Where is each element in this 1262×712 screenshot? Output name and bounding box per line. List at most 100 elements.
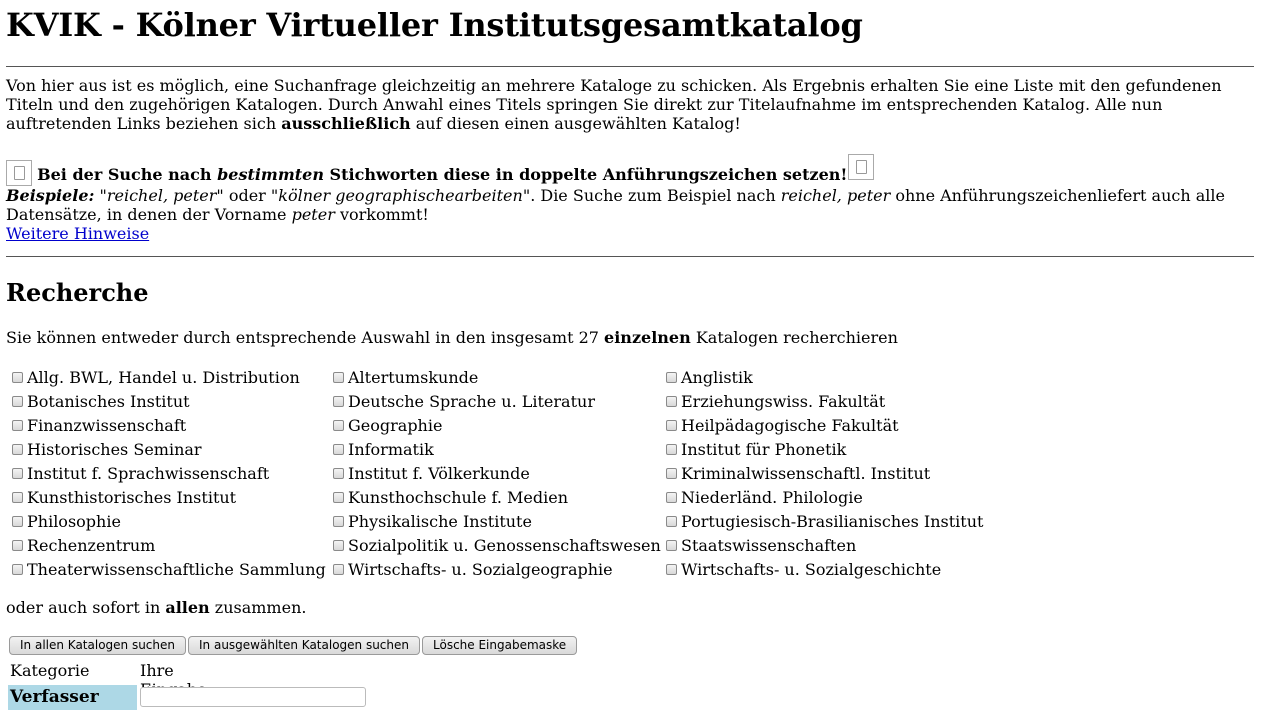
divider xyxy=(6,66,1254,67)
catalog-label: Allg. BWL, Handel u. Distribution xyxy=(27,368,300,387)
catalog-label: Niederländ. Philologie xyxy=(681,488,863,507)
catalog-checkbox[interactable] xyxy=(12,443,23,455)
search-hint: Bei der Suche nach bestimmten Stichworte… xyxy=(6,154,1256,243)
catalog-option[interactable]: Sozialpolitik u. Genossenschaftswesen xyxy=(333,534,661,558)
catalog-option[interactable]: Historisches Seminar xyxy=(12,438,326,462)
examples: Beispiele: "reichel, peter" oder "kölner… xyxy=(6,186,1225,224)
catalog-column: Anglistik Erziehungswiss. Fakultät Heilpäd… xyxy=(666,366,983,582)
broken-image-icon xyxy=(848,154,875,180)
catalog-option[interactable]: Informatik xyxy=(333,438,661,462)
intro-text-part: auf diesen einen ausgewählten Katalog! xyxy=(410,114,741,133)
catalog-label: Kunsthochschule f. Medien xyxy=(348,488,569,507)
catalog-column: Allg. BWL, Handel u. Distribution Botanis… xyxy=(12,366,326,582)
catalog-option[interactable]: Portugiesisch-Brasilianisches Institut xyxy=(666,510,983,534)
catalog-label: Wirtschafts- u. Sozialgeschichte xyxy=(681,560,942,579)
catalog-checkbox[interactable] xyxy=(12,539,23,551)
catalog-checkbox[interactable] xyxy=(12,467,23,479)
catalog-label: Kriminalwissenschaftl. Institut xyxy=(681,464,931,483)
catalog-option[interactable]: Institut f. Völkerkunde xyxy=(333,462,661,486)
divider xyxy=(6,256,1254,257)
button-row: In allen Katalogen suchen In ausgewählte… xyxy=(9,636,578,655)
catalog-label: Erziehungswiss. Fakultät xyxy=(681,392,886,411)
catalog-label: Rechenzentrum xyxy=(27,536,156,555)
catalog-checkbox[interactable] xyxy=(666,539,677,551)
all-catalogs-text: oder auch sofort in allen zusammen. xyxy=(6,598,307,617)
catalog-intro: Sie können entweder durch entsprechende … xyxy=(6,328,898,347)
search-all-button[interactable]: In allen Katalogen suchen xyxy=(9,636,186,655)
catalog-option[interactable]: Altertumskunde xyxy=(333,366,661,390)
catalog-option[interactable]: Allg. BWL, Handel u. Distribution xyxy=(12,366,326,390)
catalog-option[interactable]: Institut für Phonetik xyxy=(666,438,983,462)
catalog-option[interactable]: Kunsthistorisches Institut xyxy=(12,486,326,510)
catalog-option[interactable]: Physikalische Institute xyxy=(333,510,661,534)
catalog-checkbox[interactable] xyxy=(666,515,677,527)
clear-form-button[interactable]: Lösche Eingabemaske xyxy=(422,636,578,655)
catalog-checkbox[interactable] xyxy=(666,419,677,431)
intro-bold: ausschließlich xyxy=(281,114,411,133)
catalog-label: Botanisches Institut xyxy=(27,392,190,411)
catalog-option[interactable]: Niederländ. Philologie xyxy=(666,486,983,510)
catalog-checkbox[interactable] xyxy=(666,371,677,383)
catalog-label: Heilpädagogische Fakultät xyxy=(681,416,899,435)
catalog-option[interactable]: Kriminalwissenschaftl. Institut xyxy=(666,462,983,486)
catalog-checkbox[interactable] xyxy=(333,443,344,455)
catalog-option[interactable]: Anglistik xyxy=(666,366,983,390)
catalog-label: Finanzwissenschaft xyxy=(27,416,187,435)
catalog-checkbox[interactable] xyxy=(12,371,23,383)
catalog-label: Theaterwissenschaftliche Sammlung xyxy=(27,560,326,579)
catalog-label: Institut f. Völkerkunde xyxy=(348,464,530,483)
catalog-label: Philosophie xyxy=(27,512,121,531)
catalog-checkbox[interactable] xyxy=(333,371,344,383)
catalog-label: Staatswissenschaften xyxy=(681,536,857,555)
search-selected-button[interactable]: In ausgewählten Katalogen suchen xyxy=(188,636,420,655)
catalog-checkbox[interactable] xyxy=(12,419,23,431)
catalog-option[interactable]: Kunsthochschule f. Medien xyxy=(333,486,661,510)
catalog-checkbox[interactable] xyxy=(333,563,344,575)
catalog-option[interactable]: Staatswissenschaften xyxy=(666,534,983,558)
further-notes-link[interactable]: Weitere Hinweise xyxy=(6,224,149,243)
author-input[interactable] xyxy=(140,687,366,707)
catalog-checkbox[interactable] xyxy=(333,419,344,431)
catalog-checkbox[interactable] xyxy=(12,395,23,407)
catalog-label: Wirtschafts- u. Sozialgeographie xyxy=(348,560,613,579)
author-row: Verfasser xyxy=(8,685,408,711)
page-title: KVIK - Kölner Virtueller Institutsgesamt… xyxy=(6,6,863,44)
catalog-checkbox[interactable] xyxy=(666,395,677,407)
catalog-checkbox[interactable] xyxy=(666,563,677,575)
catalog-label: Physikalische Institute xyxy=(348,512,532,531)
catalog-checkbox[interactable] xyxy=(12,563,23,575)
catalog-option[interactable]: Rechenzentrum xyxy=(12,534,326,558)
category-header: Kategorie xyxy=(10,661,90,680)
catalog-checkbox[interactable] xyxy=(333,515,344,527)
catalog-checkbox[interactable] xyxy=(666,467,677,479)
catalog-option[interactable]: Theaterwissenschaftliche Sammlung xyxy=(12,558,326,582)
catalog-option[interactable]: Botanisches Institut xyxy=(12,390,326,414)
catalog-option[interactable]: Philosophie xyxy=(12,510,326,534)
author-label: Verfasser xyxy=(8,685,137,710)
catalog-checkbox[interactable] xyxy=(333,491,344,503)
catalog-checkbox[interactable] xyxy=(12,515,23,527)
catalog-checkbox[interactable] xyxy=(666,491,677,503)
catalog-option[interactable]: Geographie xyxy=(333,414,661,438)
hint-text: Bei der Suche nach bestimmten Stichworte… xyxy=(37,165,848,184)
catalog-checkbox[interactable] xyxy=(333,467,344,479)
catalog-checkbox[interactable] xyxy=(666,443,677,455)
intro-text: Von hier aus ist es möglich, eine Suchan… xyxy=(6,76,1256,133)
catalog-option[interactable]: Deutsche Sprache u. Literatur xyxy=(333,390,661,414)
catalog-option[interactable]: Wirtschafts- u. Sozialgeschichte xyxy=(666,558,983,582)
catalog-label: Kunsthistorisches Institut xyxy=(27,488,237,507)
catalog-option[interactable]: Finanzwissenschaft xyxy=(12,414,326,438)
catalog-checkbox[interactable] xyxy=(333,395,344,407)
catalog-option[interactable]: Institut f. Sprachwissenschaft xyxy=(12,462,326,486)
catalog-option[interactable]: Erziehungswiss. Fakultät xyxy=(666,390,983,414)
catalog-label: Anglistik xyxy=(681,368,753,387)
catalog-checkbox[interactable] xyxy=(12,491,23,503)
catalog-label: Geographie xyxy=(348,416,443,435)
catalog-label: Historisches Seminar xyxy=(27,440,202,459)
catalog-option[interactable]: Wirtschafts- u. Sozialgeographie xyxy=(333,558,661,582)
catalog-option[interactable]: Heilpädagogische Fakultät xyxy=(666,414,983,438)
catalog-checkbox[interactable] xyxy=(333,539,344,551)
section-heading: Recherche xyxy=(6,278,149,307)
catalog-label: Institut für Phonetik xyxy=(681,440,847,459)
catalog-label: Portugiesisch-Brasilianisches Institut xyxy=(681,512,984,531)
